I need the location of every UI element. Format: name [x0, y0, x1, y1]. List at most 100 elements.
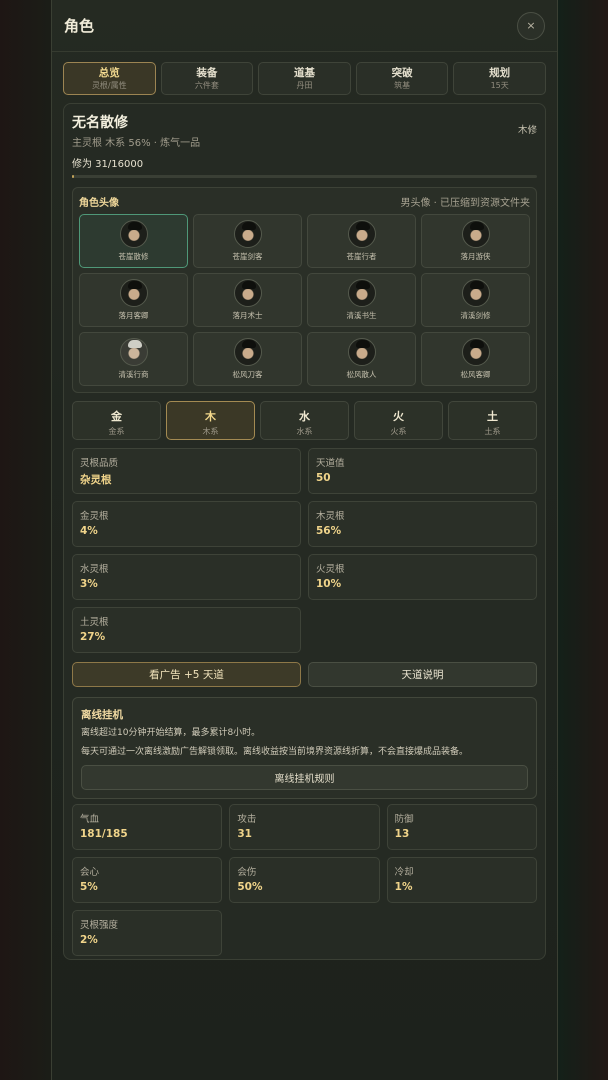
avatar-option-selected[interactable]: 苍崖散修: [79, 214, 188, 268]
spirit-root-stats: 灵根品质 杂灵根 天道值 50 金灵根 4% 木灵根 56% 水灵根 3% 火灵根 10% …: [72, 448, 537, 653]
avatar-option[interactable]: 清溪书生: [307, 273, 416, 327]
stat-value: 27%: [80, 631, 106, 643]
element-fire[interactable]: 火火系: [354, 401, 443, 440]
element-metal[interactable]: 金金系: [72, 401, 161, 440]
stat-value: 5%: [80, 881, 98, 893]
tab-sub: 六件套: [194, 81, 219, 90]
element-label: 木: [205, 410, 216, 423]
portrait-icon: [119, 220, 148, 248]
panel-title: 角色: [64, 17, 95, 35]
stat-attack: 攻击 31: [229, 804, 380, 850]
portrait-icon: [233, 279, 262, 307]
element-earth[interactable]: 土土系: [448, 401, 537, 440]
offline-title: 离线挂机: [81, 709, 123, 721]
offline-rules-button[interactable]: 离线挂机规则: [81, 765, 528, 790]
stat-hp: 气血 181/185: [72, 804, 223, 850]
stat-label: 攻击: [237, 814, 257, 825]
element-label: 土: [487, 410, 498, 423]
stat-value: 4%: [80, 525, 98, 537]
avatar-option-label: 苍崖剑客: [232, 252, 263, 261]
stat-value: 杂灵根: [80, 474, 112, 486]
stat-water-root: 水灵根 3%: [72, 554, 301, 600]
offline-section: 离线挂机 离线超过10分钟开始结算，最多累计8小时。 每天可通过一次离线激励广告…: [72, 697, 537, 799]
stat-label: 会心: [80, 867, 100, 878]
combat-stats: 气血 181/185 攻击 31 防御 13 会心 5% 会伤 50% 冷却 1% 灵根强度…: [72, 804, 537, 956]
tab-label: 道基: [293, 67, 315, 79]
tab-sub: 灵根/属性: [91, 81, 127, 90]
avatar-option[interactable]: 苍崖行者: [307, 214, 416, 268]
portrait-icon: [461, 279, 490, 307]
stat-value: 50%: [237, 881, 263, 893]
element-tag: 木修: [517, 125, 537, 136]
stat-crit-damage: 会伤 50%: [229, 857, 380, 903]
stat-label: 木灵根: [316, 511, 345, 522]
avatar-option-label: 清溪剑修: [460, 311, 491, 320]
avatar-option[interactable]: 落月游侠: [421, 214, 530, 268]
avatar-grid: 苍崖散修 苍崖剑客 苍崖行者 落月游侠 落月客卿 落月术士 清溪书生 清溪剑修 …: [79, 214, 530, 386]
tab-overview[interactable]: 总览 灵根/属性: [63, 62, 156, 95]
stat-fire-root: 火灵根 10%: [308, 554, 537, 600]
stat-earth-root: 土灵根 27%: [72, 607, 301, 653]
element-label: 金: [111, 410, 122, 423]
stat-label: 天道值: [316, 458, 345, 469]
portrait-icon: [119, 279, 148, 307]
stat-value: 10%: [316, 578, 342, 590]
stat-label: 会伤: [237, 867, 257, 878]
overview-card: 无名散修 主灵根 木系 56% · 炼气一品 木修 修为 31/16000 角色…: [63, 103, 546, 960]
avatar-option-label: 清溪书生: [346, 311, 377, 320]
tab-sub: 筑基: [394, 81, 411, 90]
character-summary: 主灵根 木系 56% · 炼气一品: [72, 138, 201, 149]
stat-label: 灵根强度: [80, 920, 119, 931]
avatar-option[interactable]: 松风客卿: [421, 332, 530, 386]
avatar-option[interactable]: 清溪行商: [79, 332, 188, 386]
element-sub: 木系: [202, 427, 219, 436]
element-water[interactable]: 水水系: [260, 401, 349, 440]
avatar-option-label: 落月客卿: [118, 311, 149, 320]
tab-foundation[interactable]: 道基 丹田: [258, 62, 351, 95]
avatar-option[interactable]: 落月术士: [193, 273, 302, 327]
tab-breakthrough[interactable]: 突破 筑基: [355, 62, 449, 95]
stat-wood-root: 木灵根 56%: [308, 501, 537, 547]
stat-value: 50: [316, 472, 331, 484]
avatar-option-label: 苍崖行者: [346, 252, 377, 261]
stat-cooldown: 冷却 1%: [386, 857, 537, 903]
offline-line-2: 每天可通过一次离线激励广告解锁领取。离线收益按当前境界资源线折算，不会直接爆成品…: [81, 747, 469, 757]
avatar-section: 角色头像 男头像 · 已压缩到资源文件夹 苍崖散修 苍崖剑客 苍崖行者 落月游侠…: [72, 187, 537, 393]
avatar-option-label: 落月术士: [232, 311, 263, 320]
heaven-info-button[interactable]: 天道说明: [308, 662, 537, 687]
portrait-icon: [347, 338, 376, 366]
stat-metal-root: 金灵根 4%: [72, 501, 301, 547]
cultivation-progress-fill: [72, 175, 74, 178]
element-wood[interactable]: 木木系: [166, 401, 255, 440]
tab-planning[interactable]: 规划 15天: [453, 62, 546, 95]
tab-label: 突破: [391, 67, 413, 79]
element-sub: 金系: [108, 427, 125, 436]
stat-label: 火灵根: [316, 564, 345, 575]
tab-label: 规划: [489, 67, 511, 79]
action-buttons: 看广告 +5 天道 天道说明: [72, 662, 537, 687]
stat-label: 防御: [394, 814, 414, 825]
element-label: 火: [393, 410, 404, 423]
tab-sub: 丹田: [296, 81, 313, 90]
character-header: 无名散修 主灵根 木系 56% · 炼气一品 木修: [72, 112, 537, 149]
cultivation-progress-bar: [72, 175, 537, 178]
avatar-option[interactable]: 苍崖剑客: [193, 214, 302, 268]
close-button[interactable]: ×: [517, 11, 545, 40]
element-sub: 水系: [296, 427, 313, 436]
stat-root-quality: 灵根品质 杂灵根: [72, 448, 301, 494]
stat-label: 水灵根: [80, 564, 109, 575]
watch-ad-button[interactable]: 看广告 +5 天道: [72, 662, 301, 687]
stat-heaven-value: 天道值 50: [308, 448, 537, 494]
cultivation-text: 修为 31/16000: [72, 159, 144, 170]
avatar-option[interactable]: 落月客卿: [79, 273, 188, 327]
tab-equipment[interactable]: 装备 六件套: [160, 62, 254, 95]
offline-line-1: 离线超过10分钟开始结算，最多累计8小时。: [81, 728, 261, 738]
panel-header: 角色 ×: [52, 0, 557, 52]
avatar-option-label: 松风散人: [346, 370, 377, 379]
avatar-option[interactable]: 松风刀客: [193, 332, 302, 386]
avatar-option[interactable]: 清溪剑修: [421, 273, 530, 327]
avatar-section-title: 角色头像: [79, 198, 119, 209]
avatar-option-label: 松风客卿: [460, 370, 491, 379]
avatar-option[interactable]: 松风散人: [307, 332, 416, 386]
element-label: 水: [299, 410, 310, 423]
